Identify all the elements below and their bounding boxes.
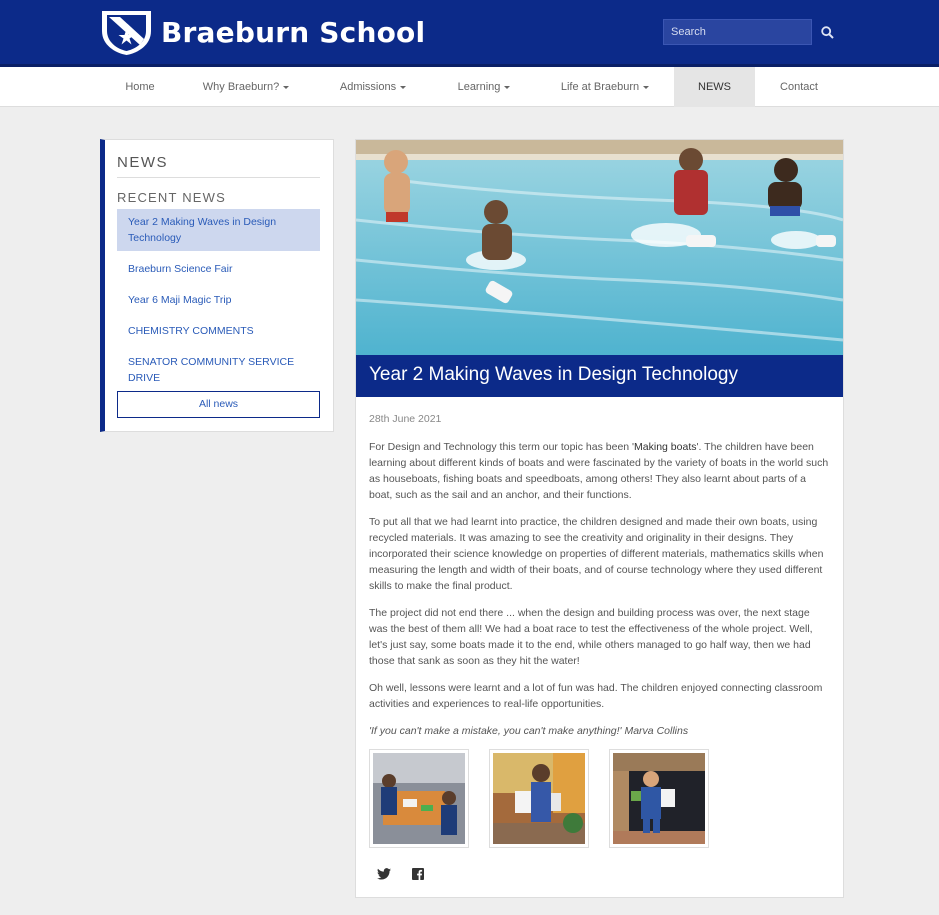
logo-text: Braeburn School — [161, 16, 426, 49]
recent-news-item-year-2[interactable]: Year 2 Making Waves in Design Technology — [117, 209, 320, 251]
main-nav: Home Why Braeburn? Admissions Learning L… — [0, 67, 939, 107]
twitter-icon — [377, 868, 391, 880]
twitter-share-button[interactable] — [376, 866, 392, 882]
site-logo[interactable]: Braeburn School — [100, 9, 425, 56]
nav-why-braeburn[interactable]: Why Braeburn? — [194, 67, 298, 107]
article-paragraph: Oh well, lessons were learnt and a lot o… — [369, 682, 823, 710]
search-input[interactable]: Search — [663, 19, 812, 45]
article-date: 28th June 2021 — [369, 413, 442, 425]
article-title: Year 2 Making Waves in Design Technology — [369, 364, 738, 385]
nav-home[interactable]: Home — [109, 67, 171, 107]
article-paragraph: To put all that we had learnt into pract… — [369, 516, 824, 592]
school-crest-icon — [102, 11, 151, 55]
nav-news[interactable]: NEWS — [674, 67, 755, 107]
recent-news-item-maji-magic[interactable]: Year 6 Maji Magic Trip — [117, 287, 320, 313]
nav-label: Admissions — [339, 81, 397, 93]
gallery-photo — [613, 753, 705, 844]
nav-label: Life at Braeburn — [560, 81, 640, 93]
nav-admissions[interactable]: Admissions — [328, 67, 418, 107]
all-news-button[interactable]: All news — [117, 391, 320, 418]
sidebar-title: NEWS — [117, 154, 168, 171]
search-icon — [820, 25, 834, 39]
gallery-thumbnail[interactable] — [369, 749, 469, 848]
emphasis-text: Making boats — [634, 441, 697, 453]
news-sidebar: NEWS RECENT NEWS Year 2 Making Waves in … — [100, 139, 334, 432]
sidebar-subtitle: RECENT NEWS — [117, 190, 227, 205]
caret-down-icon — [283, 85, 290, 89]
gallery-thumbnail[interactable] — [489, 749, 589, 848]
article-paragraph: The project did not end there ... when t… — [369, 607, 813, 667]
nav-label: Contact — [780, 81, 818, 93]
article-paragraph: For Design and Technology this term our … — [369, 439, 831, 503]
article-title-bar: Year 2 Making Waves in Design Technology — [356, 355, 843, 397]
recent-news-item-science-fair[interactable]: Braeburn Science Fair — [117, 256, 320, 282]
nav-label: Learning — [457, 81, 501, 93]
caret-down-icon — [504, 85, 511, 89]
news-article: Year 2 Making Waves in Design Technology… — [355, 139, 844, 898]
gallery-photo — [493, 753, 585, 844]
nav-label: Home — [125, 81, 155, 93]
gallery-thumbnail[interactable] — [609, 749, 709, 848]
caret-down-icon — [400, 85, 407, 89]
social-share — [376, 866, 444, 882]
nav-life-at-braeburn[interactable]: Life at Braeburn — [550, 67, 660, 107]
nav-label: NEWS — [698, 81, 731, 93]
facebook-share-button[interactable] — [410, 866, 426, 882]
site-header: Braeburn School Search — [0, 0, 939, 64]
nav-learning[interactable]: Learning — [448, 67, 520, 107]
nav-label: Why Braeburn? — [202, 81, 280, 93]
pool-photo — [356, 140, 843, 355]
caret-down-icon — [643, 85, 650, 89]
sidebar-divider — [117, 177, 320, 178]
hero-image — [356, 140, 843, 355]
gallery-photo — [373, 753, 465, 844]
recent-news-list: Year 2 Making Waves in Design Technology… — [117, 209, 320, 391]
nav-contact[interactable]: Contact — [768, 67, 830, 107]
search-button[interactable] — [817, 22, 837, 42]
article-body: For Design and Technology this term our … — [369, 439, 831, 750]
recent-news-item-chemistry[interactable]: CHEMISTRY COMMENTS — [117, 318, 320, 344]
article-quote: 'If you can't make a mistake, you can't … — [369, 725, 689, 737]
recent-news-item-senator[interactable]: SENATOR COMMUNITY SERVICE DRIVE — [117, 349, 320, 391]
facebook-icon — [412, 868, 424, 880]
photo-gallery — [369, 749, 729, 848]
paragraph-text: For Design and Technology this term our … — [369, 441, 635, 453]
